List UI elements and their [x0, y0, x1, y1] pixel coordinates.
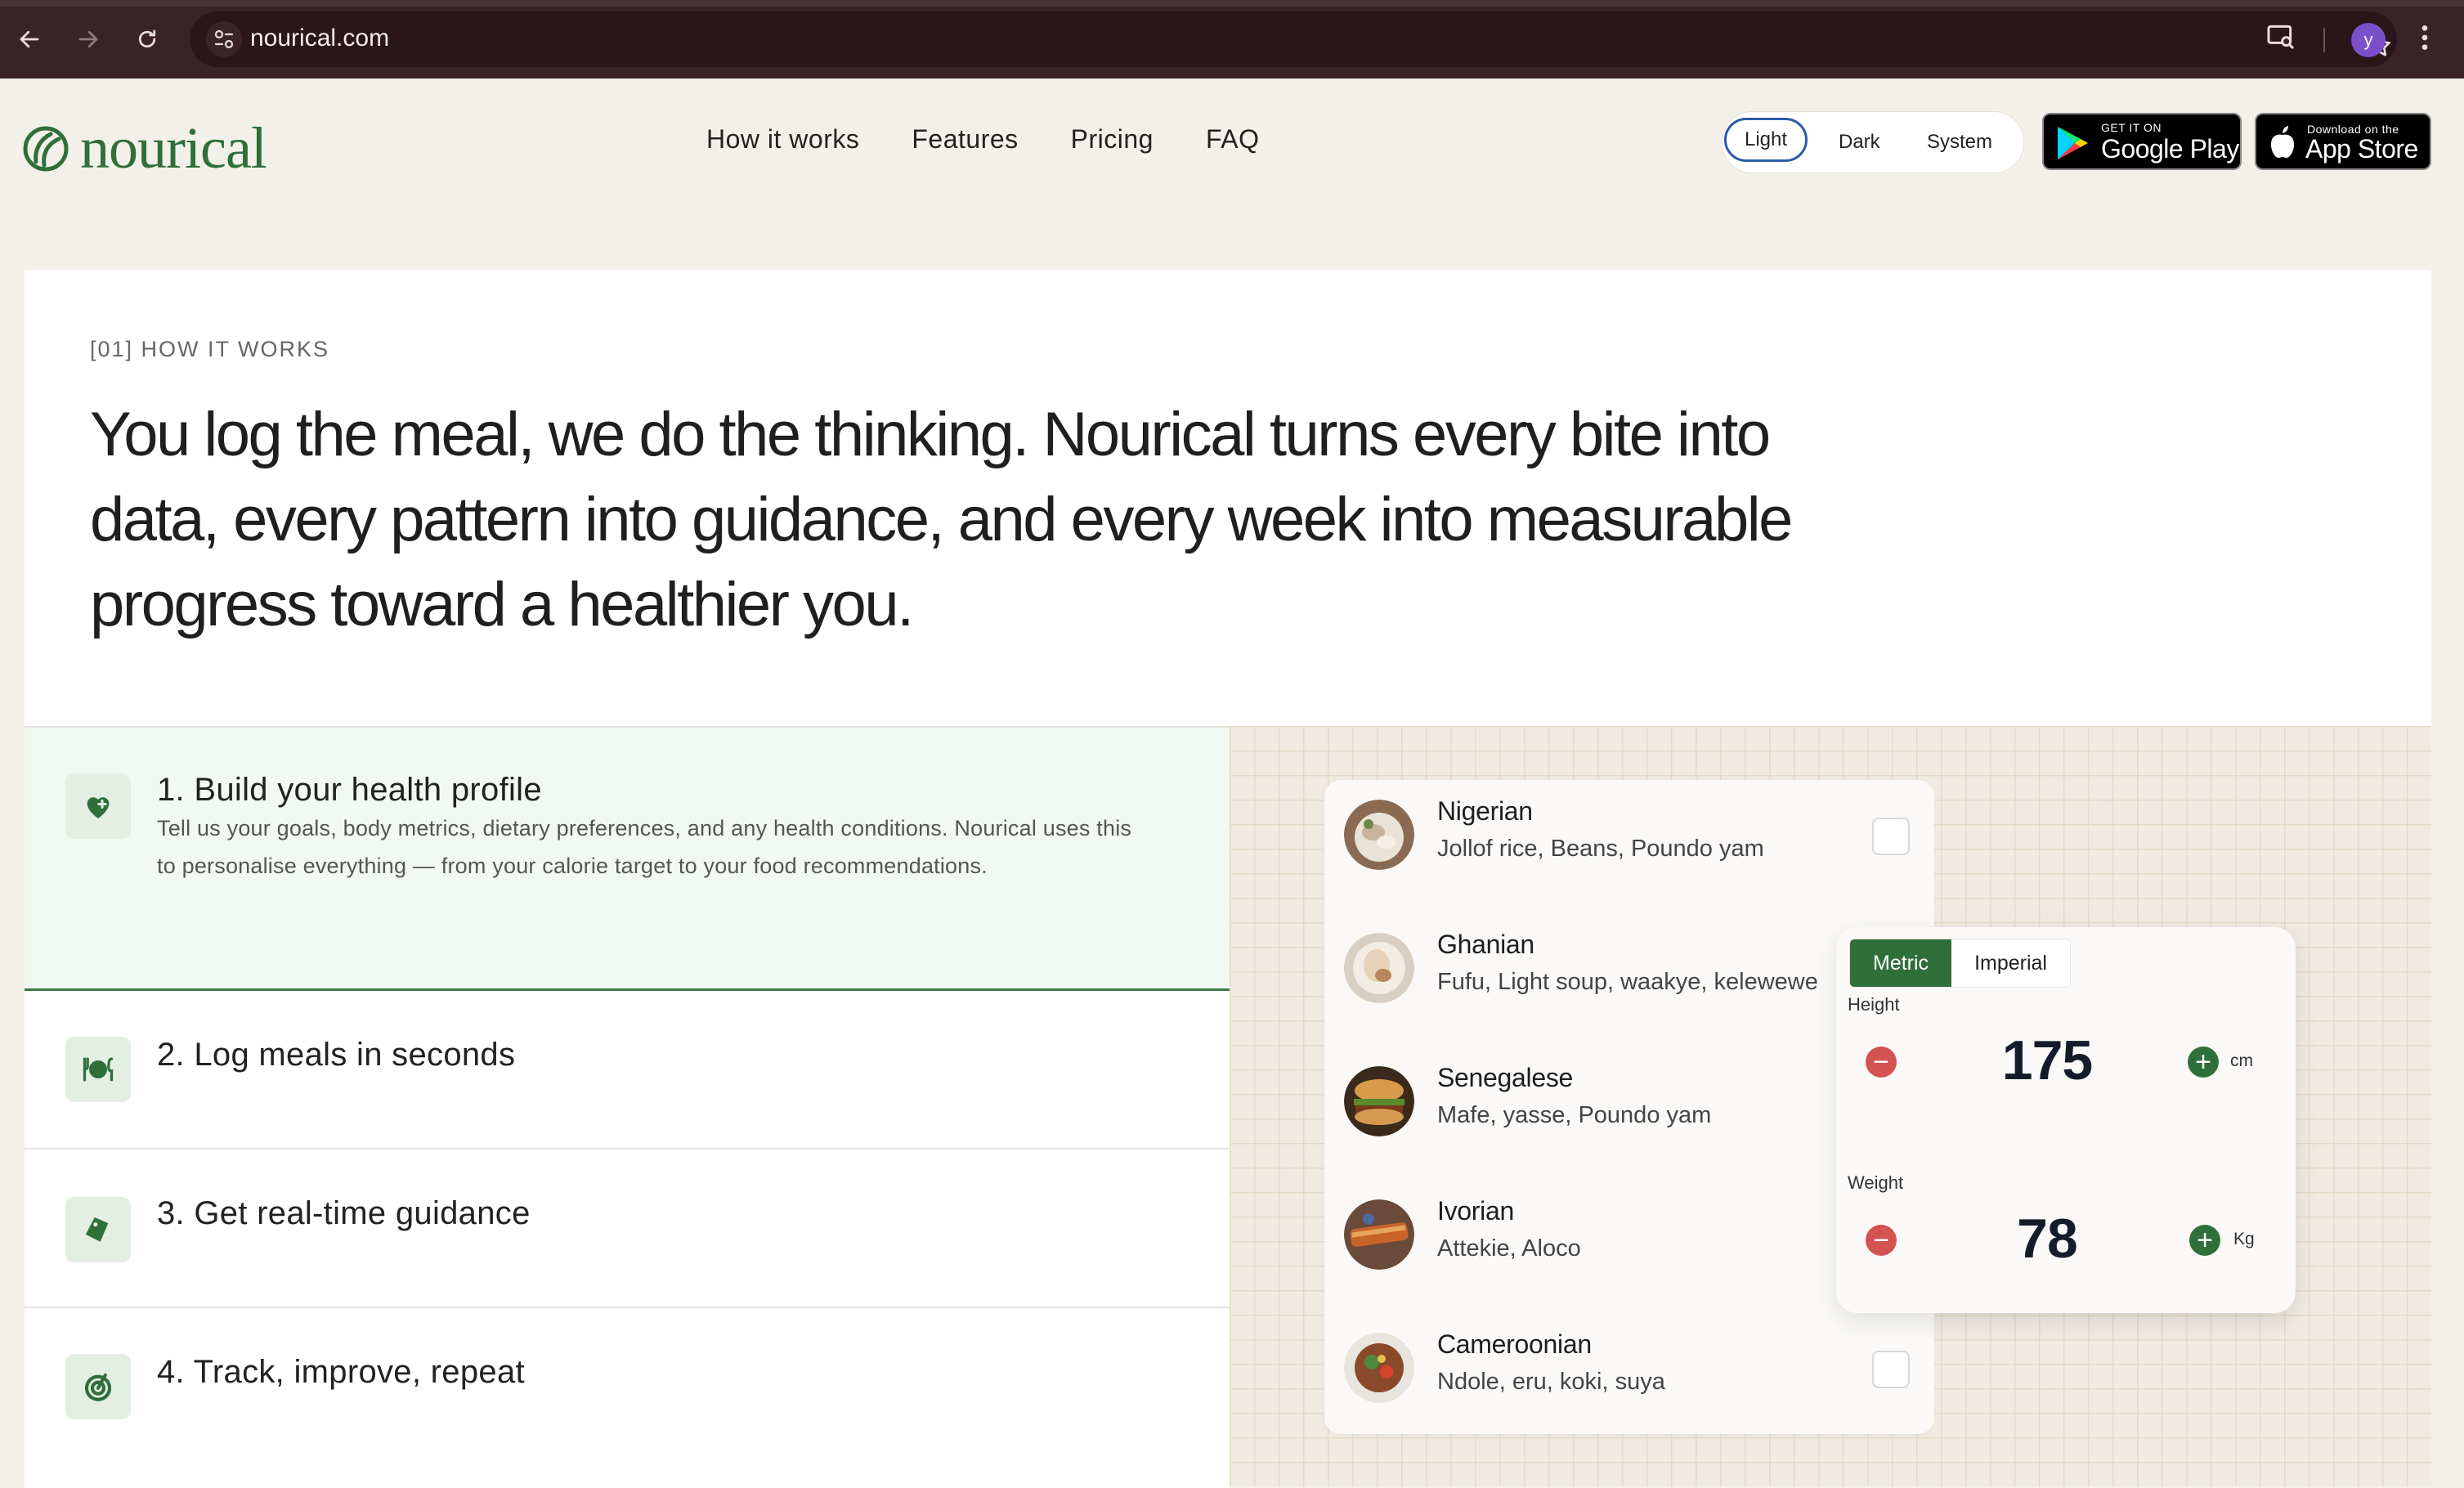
- nav-faq[interactable]: FAQ: [1206, 124, 1260, 155]
- cuisine-dishes: Ndole, eru, koki, suya: [1437, 1369, 1665, 1395]
- body-metrics-card: Metric Imperial Height − 175 + cm Weight…: [1836, 927, 2296, 1313]
- theme-dark-option[interactable]: Dark: [1839, 112, 1880, 173]
- forward-icon[interactable]: [69, 20, 108, 59]
- cuisine-checkbox[interactable]: [1872, 818, 1910, 855]
- cuisine-name: Ghanian: [1437, 930, 1534, 959]
- theme-light-option[interactable]: Light: [1724, 118, 1808, 162]
- apple-icon: [2271, 126, 2294, 158]
- step-title: 1. Build your health profile: [157, 772, 542, 808]
- steps-list: 1. Build your health profile Tell us you…: [25, 726, 1230, 1488]
- main-nav: How it works Features Pricing FAQ: [706, 124, 1259, 155]
- height-value: 175: [2001, 1029, 2093, 1091]
- nav-pricing[interactable]: Pricing: [1071, 124, 1154, 155]
- app-preview-panel: Nigerian Jollof rice, Beans, Poundo yam …: [1230, 726, 2431, 1486]
- site-settings-icon[interactable]: [206, 21, 242, 57]
- step-real-time-guidance[interactable]: 3. Get real-time guidance: [25, 1150, 1230, 1308]
- target-icon: [65, 1354, 131, 1419]
- nav-features[interactable]: Features: [912, 124, 1018, 155]
- app-store-big-text: App Store: [2305, 134, 2418, 164]
- theme-toggle: Light Dark System: [1722, 111, 2024, 173]
- cuisine-checkbox[interactable]: [1872, 1351, 1910, 1388]
- section-headline: You log the meal, we do the thinking. No…: [90, 400, 1793, 639]
- weight-label: Weight: [1848, 1172, 1904, 1193]
- site-header: nourical How it works Features Pricing F…: [0, 78, 2464, 242]
- brand-name: nourical: [80, 115, 267, 181]
- food-thumbnail: [1344, 1066, 1414, 1136]
- google-play-small-text: GET IT ON: [2101, 121, 2162, 134]
- cuisine-dishes: Jollof rice, Beans, Poundo yam: [1437, 836, 1764, 862]
- height-label: Height: [1848, 994, 1900, 1015]
- brand-logo[interactable]: nourical: [23, 114, 267, 182]
- height-decrease-button[interactable]: −: [1866, 1047, 1897, 1078]
- food-thumbnail: [1344, 933, 1414, 1003]
- cuisine-name: Ivorian: [1437, 1196, 1514, 1226]
- weight-increase-button[interactable]: +: [2189, 1225, 2220, 1256]
- cuisine-dishes: Mafe, yasse, Poundo yam: [1437, 1102, 1712, 1128]
- food-thumbnail: [1344, 800, 1414, 870]
- step-description: Tell us your goals, body metrics, dietar…: [157, 816, 1132, 878]
- browser-menu-icon[interactable]: [2415, 21, 2435, 61]
- weight-decrease-button[interactable]: −: [1866, 1225, 1897, 1256]
- unit-imperial-option[interactable]: Imperial: [1951, 939, 2070, 987]
- cuisine-item-nigerian[interactable]: Nigerian Jollof rice, Beans, Poundo yam: [1324, 780, 1934, 878]
- cuisine-dishes: Attekie, Aloco: [1437, 1235, 1581, 1262]
- url-text[interactable]: nourical.com: [250, 25, 389, 52]
- google-play-icon: [2058, 127, 2088, 159]
- leaf-logo-icon: [23, 126, 69, 171]
- cuisine-name: Cameroonian: [1437, 1329, 1592, 1359]
- address-bar[interactable]: nourical.com: [190, 11, 2397, 67]
- theme-system-option[interactable]: System: [1927, 112, 1992, 173]
- food-thumbnail: [1344, 1199, 1414, 1270]
- height-unit: cm: [2230, 1051, 2253, 1070]
- google-play-button[interactable]: GET IT ON Google Play: [2042, 113, 2242, 170]
- google-play-big-text: Google Play: [2101, 134, 2239, 164]
- weight-value: 78: [2017, 1208, 2078, 1270]
- tab-strip-edge: [0, 0, 2464, 7]
- cuisine-dishes: Fufu, Light soup, waakye, kelewewe: [1437, 969, 1818, 995]
- toolbar-divider: [2323, 28, 2325, 52]
- step-title: 2. Log meals in seconds: [157, 1037, 516, 1073]
- step-track-improve[interactable]: 4. Track, improve, repeat: [25, 1308, 1230, 1488]
- how-it-works-hero: [01] HOW IT WORKS You log the meal, we d…: [25, 270, 2431, 726]
- tab-search-icon[interactable]: [2265, 20, 2297, 59]
- profile-avatar[interactable]: y: [2351, 23, 2386, 57]
- food-thumbnail: [1344, 1333, 1414, 1403]
- browser-toolbar: nourical.com y: [0, 0, 2464, 78]
- step-title: 4. Track, improve, repeat: [157, 1354, 525, 1390]
- guidance-tag-icon: [65, 1197, 131, 1262]
- app-store-button[interactable]: Download on the App Store: [2255, 113, 2431, 170]
- reload-icon[interactable]: [128, 20, 167, 59]
- cuisine-item-cameroonian[interactable]: Cameroonian Ndole, eru, koki, suya: [1324, 1313, 1934, 1411]
- nav-how-it-works[interactable]: How it works: [706, 124, 859, 155]
- back-icon[interactable]: [10, 20, 49, 59]
- weight-unit: Kg: [2233, 1230, 2255, 1248]
- height-increase-button[interactable]: +: [2188, 1047, 2219, 1078]
- step-log-meals[interactable]: 2. Log meals in seconds: [25, 991, 1230, 1150]
- section-eyebrow: [01] HOW IT WORKS: [90, 337, 330, 361]
- unit-metric-option[interactable]: Metric: [1850, 939, 1952, 987]
- step-build-profile[interactable]: 1. Build your health profile Tell us you…: [25, 728, 1230, 991]
- cuisine-name: Nigerian: [1437, 796, 1533, 826]
- unit-toggle: Metric Imperial: [1849, 939, 2071, 988]
- step-title: 3. Get real-time guidance: [157, 1195, 531, 1231]
- plate-cutlery-icon: [65, 1037, 131, 1102]
- heart-plus-icon: [65, 773, 131, 839]
- cuisine-name: Senegalese: [1437, 1063, 1574, 1092]
